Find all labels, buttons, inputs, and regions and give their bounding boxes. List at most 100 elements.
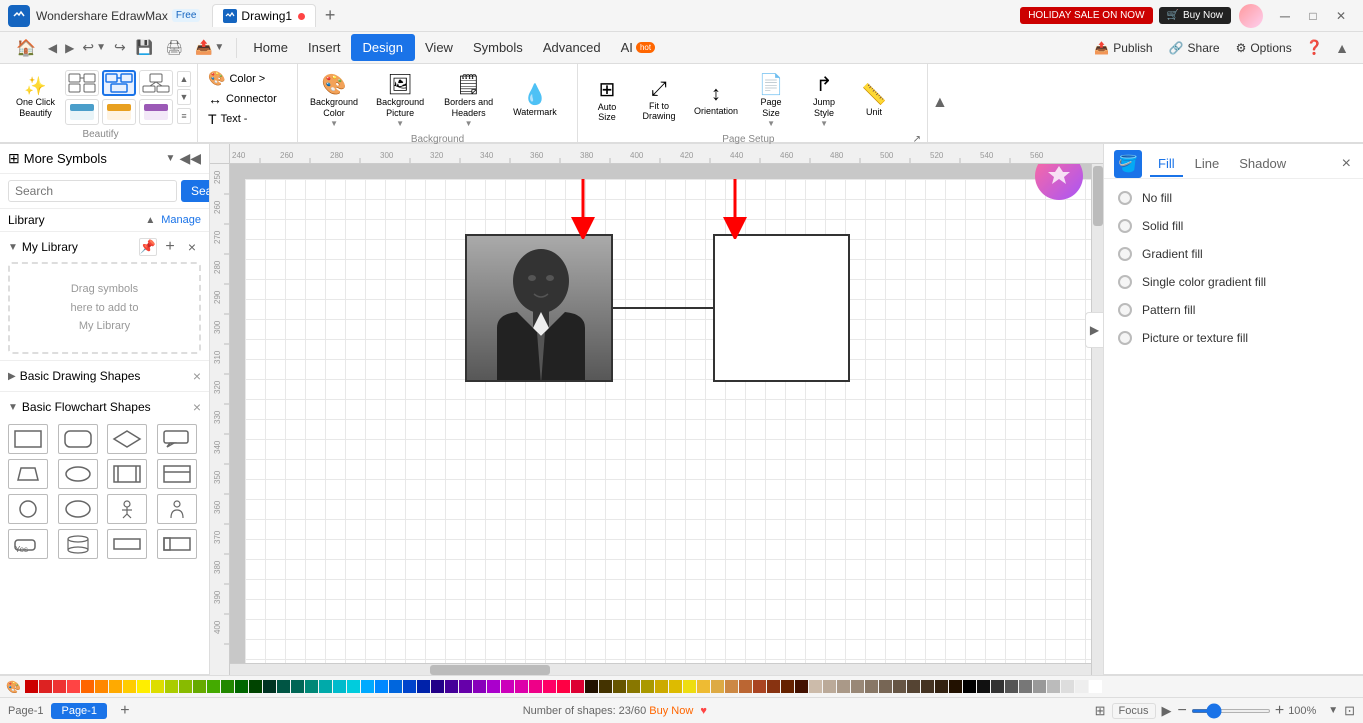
radio-no-fill[interactable]: [1118, 191, 1132, 205]
color-swatch[interactable]: [487, 680, 500, 693]
my-library-add-btn[interactable]: +: [161, 238, 179, 256]
color-swatch[interactable]: [193, 680, 206, 693]
radio-solid-fill[interactable]: [1118, 219, 1132, 233]
menu-advanced[interactable]: Advanced: [533, 36, 611, 59]
color-swatch[interactable]: [389, 680, 402, 693]
beautify-color-2-btn[interactable]: [102, 99, 136, 125]
beautify-style-3-btn[interactable]: [139, 70, 173, 96]
menu-ai[interactable]: AIhot: [611, 36, 665, 59]
color-swatch[interactable]: [417, 680, 430, 693]
fit-to-drawing-btn[interactable]: ⤢ Fit toDrawing: [634, 74, 684, 127]
basic-drawing-header[interactable]: ▶ Basic Drawing Shapes ×: [8, 365, 201, 387]
color-swatch[interactable]: [95, 680, 108, 693]
page-setup-expand-icon[interactable]: ↗: [913, 134, 921, 145]
color-swatch[interactable]: [361, 680, 374, 693]
color-swatch[interactable]: [165, 680, 178, 693]
color-swatch[interactable]: [1005, 680, 1018, 693]
fill-option-solid[interactable]: Solid fill: [1118, 219, 1349, 233]
color-swatch[interactable]: [571, 680, 584, 693]
shape-rectangle[interactable]: [8, 424, 48, 454]
color-swatch[interactable]: [669, 680, 682, 693]
color-swatch[interactable]: [221, 680, 234, 693]
one-click-beautify-btn[interactable]: ✨ One ClickBeautify: [10, 72, 61, 123]
bg-picture-btn[interactable]: 🖼 BackgroundPicture ▼: [370, 68, 430, 132]
shape-double-rect[interactable]: [107, 459, 147, 489]
color-swatch[interactable]: [67, 680, 80, 693]
auto-size-btn[interactable]: ⊞ AutoSize: [584, 73, 630, 128]
color-swatch[interactable]: [431, 680, 444, 693]
options-btn[interactable]: ⚙ Options: [1228, 38, 1300, 58]
color-swatch[interactable]: [53, 680, 66, 693]
redo-btn[interactable]: ↪: [110, 35, 130, 60]
color-swatch[interactable]: [291, 680, 304, 693]
menu-forward-icon[interactable]: ▶: [61, 37, 78, 59]
status-buy-now-link[interactable]: Buy Now: [649, 705, 693, 717]
shape-trapezoid[interactable]: [8, 459, 48, 489]
publish-btn[interactable]: 📤 Publish: [1086, 38, 1160, 58]
menu-insert[interactable]: Insert: [298, 36, 351, 59]
beautify-scroll-down-btn[interactable]: ▼: [177, 89, 191, 105]
help-btn[interactable]: ❓: [1300, 36, 1329, 59]
color-swatch[interactable]: [893, 680, 906, 693]
color-swatch[interactable]: [1089, 680, 1102, 693]
color-swatch[interactable]: [753, 680, 766, 693]
color-swatch[interactable]: [501, 680, 514, 693]
color-swatch[interactable]: [711, 680, 724, 693]
color-swatch[interactable]: [39, 680, 52, 693]
beautify-scroll-up-btn[interactable]: ▲: [177, 71, 191, 87]
color-swatch[interactable]: [333, 680, 346, 693]
color-swatch[interactable]: [515, 680, 528, 693]
color-swatch[interactable]: [781, 680, 794, 693]
canvas-empty-box[interactable]: [713, 234, 850, 382]
fit-window-btn[interactable]: ⊡: [1344, 703, 1355, 719]
color-swatch[interactable]: [319, 680, 332, 693]
color-swatch[interactable]: [627, 680, 640, 693]
color-swatch[interactable]: [109, 680, 122, 693]
fill-option-no-fill[interactable]: No fill: [1118, 191, 1349, 205]
my-library-pin-btn[interactable]: 📌: [139, 238, 157, 256]
color-swatch[interactable]: [851, 680, 864, 693]
connector-row-btn[interactable]: ↔ Connector: [204, 89, 291, 109]
zoom-minus-btn[interactable]: −: [1178, 702, 1187, 720]
color-swatch[interactable]: [137, 680, 150, 693]
color-swatch[interactable]: [921, 680, 934, 693]
color-swatch[interactable]: [599, 680, 612, 693]
menu-design[interactable]: Design: [351, 34, 415, 61]
color-swatch[interactable]: [977, 680, 990, 693]
color-swatch[interactable]: [655, 680, 668, 693]
color-swatch[interactable]: [375, 680, 388, 693]
borders-headers-btn[interactable]: 🗒 Borders andHeaders ▼: [436, 68, 501, 132]
color-swatch[interactable]: [949, 680, 962, 693]
color-swatch[interactable]: [809, 680, 822, 693]
shape-diamond[interactable]: [107, 424, 147, 454]
color-swatch[interactable]: [1075, 680, 1088, 693]
color-swatch[interactable]: [725, 680, 738, 693]
color-swatch[interactable]: [641, 680, 654, 693]
collapse-left-panel-btn[interactable]: ◀◀: [179, 150, 201, 167]
color-swatch[interactable]: [529, 680, 542, 693]
menu-view[interactable]: View: [415, 36, 463, 59]
color-swatch[interactable]: [1019, 680, 1032, 693]
color-swatch[interactable]: [823, 680, 836, 693]
tab-shadow[interactable]: Shadow: [1231, 152, 1294, 177]
color-swatch[interactable]: [963, 680, 976, 693]
right-panel-expand-btn[interactable]: ▶: [1085, 312, 1103, 348]
focus-btn[interactable]: Focus: [1112, 703, 1156, 719]
text-row-btn[interactable]: T Text -: [204, 109, 291, 129]
unit-btn[interactable]: 📏 Unit: [854, 78, 894, 121]
color-swatch[interactable]: [347, 680, 360, 693]
page-size-btn[interactable]: 📄 PageSize ▼: [748, 68, 794, 132]
menu-home-icon[interactable]: 🏠: [8, 34, 44, 62]
h-scrollbar[interactable]: [230, 663, 1091, 675]
color-swatch[interactable]: [25, 680, 38, 693]
shape-person[interactable]: [107, 494, 147, 524]
save-btn[interactable]: 💾: [130, 35, 159, 60]
fit-page-icon[interactable]: ⊞: [1095, 703, 1106, 719]
search-input[interactable]: [8, 180, 177, 202]
close-right-panel-btn[interactable]: ×: [1340, 153, 1353, 175]
zoom-plus-btn[interactable]: +: [1275, 702, 1284, 720]
undo-btn[interactable]: ↩▼: [78, 35, 110, 60]
color-picker-icon[interactable]: 🎨: [6, 680, 21, 694]
bg-color-btn[interactable]: 🎨 BackgroundColor ▼: [304, 68, 364, 132]
color-swatch[interactable]: [557, 680, 570, 693]
